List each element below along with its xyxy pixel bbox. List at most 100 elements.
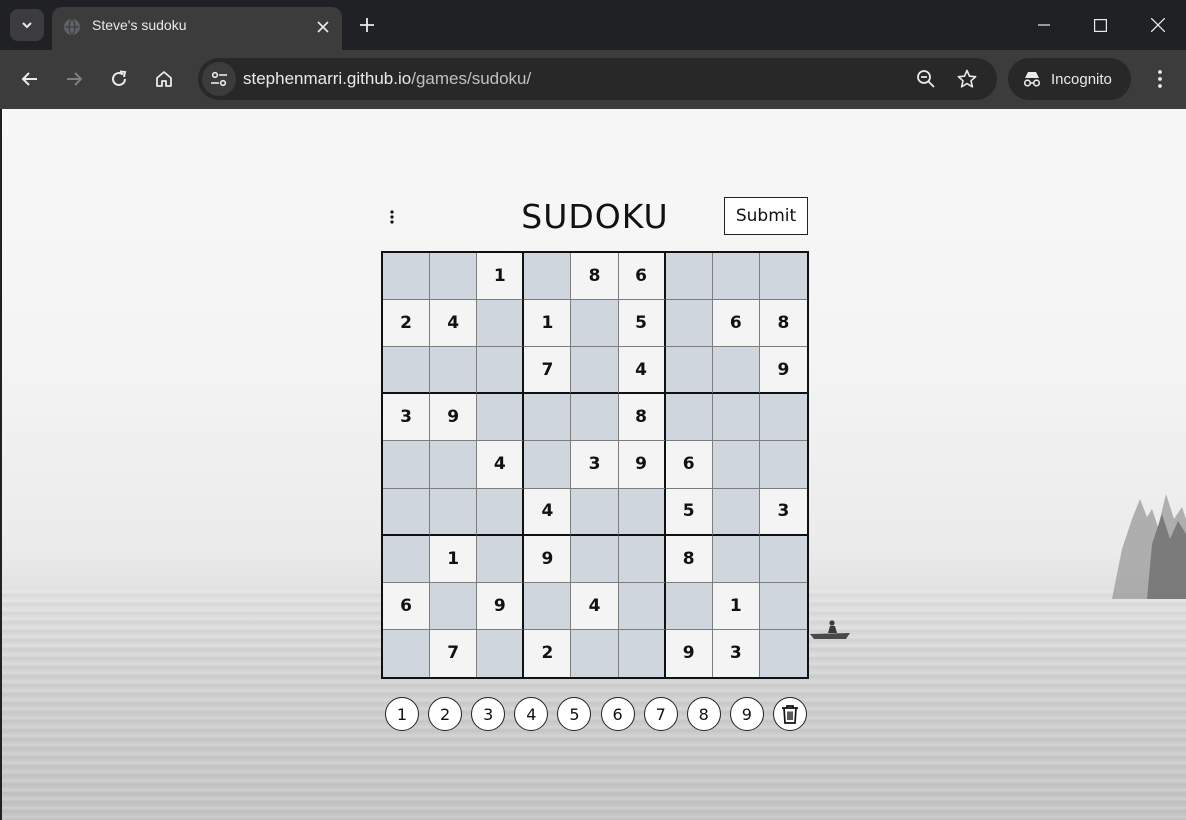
sudoku-cell[interactable] [759, 253, 807, 301]
browser-menu-button[interactable] [1146, 63, 1174, 95]
minimize-button[interactable] [1016, 0, 1072, 50]
sudoku-cell[interactable]: 6 [383, 582, 431, 630]
sudoku-cell[interactable]: 7 [430, 629, 478, 677]
sudoku-cell[interactable]: 6 [618, 253, 666, 301]
sudoku-cell[interactable] [665, 582, 713, 630]
number-button-2[interactable]: 2 [428, 697, 463, 731]
sudoku-cell[interactable] [571, 535, 619, 583]
sudoku-cell[interactable]: 1 [477, 253, 525, 301]
sudoku-cell[interactable]: 9 [665, 629, 713, 677]
maximize-button[interactable] [1072, 0, 1128, 50]
sudoku-cell[interactable]: 4 [430, 300, 478, 348]
sudoku-cell[interactable] [430, 347, 478, 395]
sudoku-cell[interactable] [759, 535, 807, 583]
sudoku-cell[interactable]: 2 [383, 300, 431, 348]
sudoku-cell[interactable] [524, 441, 572, 489]
sudoku-cell[interactable] [712, 488, 760, 536]
address-bar[interactable]: stephenmarri.github.io/games/sudoku/ [198, 58, 997, 100]
sudoku-cell[interactable] [524, 394, 572, 442]
sudoku-cell[interactable] [665, 300, 713, 348]
sudoku-cell[interactable] [759, 582, 807, 630]
sudoku-cell[interactable]: 3 [571, 441, 619, 489]
sudoku-cell[interactable]: 1 [430, 535, 478, 583]
sudoku-cell[interactable] [618, 582, 666, 630]
sudoku-cell[interactable] [430, 488, 478, 536]
sudoku-cell[interactable] [477, 347, 525, 395]
sudoku-cell[interactable] [524, 253, 572, 301]
tab-search-button[interactable] [10, 9, 44, 41]
sudoku-cell[interactable]: 4 [524, 488, 572, 536]
sudoku-cell[interactable]: 6 [665, 441, 713, 489]
sudoku-cell[interactable]: 8 [665, 535, 713, 583]
sudoku-cell[interactable] [712, 535, 760, 583]
sudoku-cell[interactable] [618, 535, 666, 583]
sudoku-cell[interactable]: 8 [571, 253, 619, 301]
sudoku-cell[interactable] [712, 253, 760, 301]
forward-button[interactable] [57, 63, 91, 95]
sudoku-cell[interactable] [712, 441, 760, 489]
sudoku-cell[interactable] [571, 488, 619, 536]
sudoku-cell[interactable]: 3 [383, 394, 431, 442]
sudoku-cell[interactable] [383, 535, 431, 583]
tab-close-button[interactable] [312, 16, 334, 38]
sudoku-cell[interactable]: 4 [571, 582, 619, 630]
sudoku-cell[interactable] [665, 253, 713, 301]
sudoku-cell[interactable]: 6 [712, 300, 760, 348]
sudoku-cell[interactable]: 1 [524, 300, 572, 348]
number-button-3[interactable]: 3 [471, 697, 506, 731]
sudoku-cell[interactable] [712, 347, 760, 395]
sudoku-cell[interactable]: 8 [618, 394, 666, 442]
home-button[interactable] [147, 63, 181, 95]
number-button-1[interactable]: 1 [385, 697, 419, 731]
sudoku-cell[interactable]: 3 [712, 629, 760, 677]
sudoku-cell[interactable]: 9 [477, 582, 525, 630]
number-button-4[interactable]: 4 [514, 697, 549, 731]
sudoku-cell[interactable]: 3 [759, 488, 807, 536]
sudoku-cell[interactable]: 4 [618, 347, 666, 395]
url-text[interactable]: stephenmarri.github.io/games/sudoku/ [243, 69, 531, 89]
sudoku-cell[interactable]: 9 [618, 441, 666, 489]
sudoku-cell[interactable] [477, 488, 525, 536]
incognito-indicator[interactable]: Incognito [1008, 58, 1131, 100]
tab-active[interactable]: Steve's sudoku [52, 7, 342, 50]
sudoku-cell[interactable] [712, 394, 760, 442]
sudoku-cell[interactable]: 1 [712, 582, 760, 630]
sudoku-cell[interactable] [618, 488, 666, 536]
zoom-button[interactable] [911, 64, 941, 94]
bookmark-button[interactable] [952, 64, 982, 94]
sudoku-cell[interactable] [665, 347, 713, 395]
sudoku-cell[interactable] [665, 394, 713, 442]
sudoku-cell[interactable] [759, 629, 807, 677]
sudoku-cell[interactable]: 9 [524, 535, 572, 583]
sudoku-cell[interactable]: 8 [759, 300, 807, 348]
sudoku-cell[interactable]: 9 [430, 394, 478, 442]
number-button-6[interactable]: 6 [600, 697, 635, 731]
number-button-8[interactable]: 8 [686, 697, 721, 731]
sudoku-cell[interactable] [477, 394, 525, 442]
erase-button[interactable] [772, 697, 807, 731]
window-close-button[interactable] [1130, 0, 1186, 50]
sudoku-cell[interactable]: 5 [618, 300, 666, 348]
sudoku-cell[interactable] [571, 300, 619, 348]
sudoku-cell[interactable] [477, 629, 525, 677]
sudoku-cell[interactable] [383, 253, 431, 301]
sudoku-cell[interactable] [383, 347, 431, 395]
sudoku-cell[interactable] [383, 488, 431, 536]
sudoku-cell[interactable]: 2 [524, 629, 572, 677]
sudoku-cell[interactable] [477, 300, 525, 348]
sudoku-cell[interactable] [383, 629, 431, 677]
sudoku-cell[interactable] [571, 394, 619, 442]
sudoku-cell[interactable]: 9 [759, 347, 807, 395]
submit-button[interactable]: Submit [724, 197, 808, 235]
sudoku-cell[interactable] [571, 347, 619, 395]
sudoku-cell[interactable]: 7 [524, 347, 572, 395]
back-button[interactable] [13, 63, 47, 95]
site-info-button[interactable] [202, 62, 236, 96]
sudoku-cell[interactable] [524, 582, 572, 630]
number-button-7[interactable]: 7 [643, 697, 678, 731]
sudoku-cell[interactable] [571, 629, 619, 677]
sudoku-cell[interactable] [618, 629, 666, 677]
number-button-5[interactable]: 5 [557, 697, 592, 731]
sudoku-cell[interactable] [430, 253, 478, 301]
sudoku-cell[interactable] [430, 582, 478, 630]
